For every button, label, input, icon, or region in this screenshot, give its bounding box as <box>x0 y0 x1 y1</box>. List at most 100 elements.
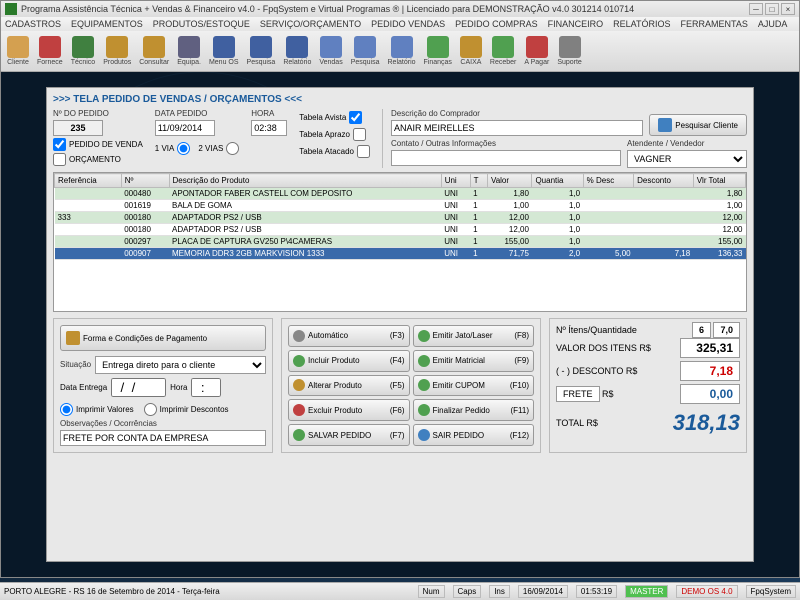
orcamento-checkbox[interactable] <box>53 153 66 166</box>
column-header[interactable]: Vlr Total <box>693 174 745 188</box>
close-button[interactable]: × <box>781 3 795 15</box>
print-discounts-radio[interactable] <box>144 403 157 416</box>
pesquisa-icon <box>250 36 272 58</box>
app-icon <box>5 3 17 15</box>
seller-select[interactable]: VAGNER <box>627 150 747 168</box>
table-row[interactable]: 000480APONTADOR FABER CASTELL COM DEPOSI… <box>55 188 746 200</box>
column-header[interactable]: Desconto <box>634 174 694 188</box>
toolbar-button[interactable]: Pesquisa <box>244 34 279 68</box>
table-row[interactable]: 333000180ADAPTADOR PS2 / USBUNI112,001,0… <box>55 212 746 224</box>
action-button[interactable]: SALVAR PEDIDO(F7) <box>288 424 410 446</box>
delivery-date-field[interactable] <box>111 378 166 397</box>
observations-field[interactable] <box>60 430 266 446</box>
hour-label: HORA <box>251 109 287 118</box>
discount-value: 7,18 <box>680 361 740 381</box>
action-button[interactable]: SAIR PEDIDO(F12) <box>413 424 535 446</box>
via1-radio[interactable] <box>177 142 190 155</box>
toolbar-button[interactable]: Fornece <box>34 34 66 68</box>
contact-field[interactable] <box>391 150 621 166</box>
menu-item[interactable]: PRODUTOS/ESTOQUE <box>153 19 250 29</box>
column-header[interactable]: Referência <box>55 174 122 188</box>
toolbar-button[interactable]: Consultar <box>136 34 172 68</box>
action-icon <box>418 355 430 367</box>
menu-item[interactable]: SERVIÇO/ORÇAMENTO <box>260 19 361 29</box>
técnico-icon <box>72 36 94 58</box>
action-button[interactable]: Automático(F3) <box>288 325 410 347</box>
via2-radio[interactable] <box>226 142 239 155</box>
statusbar: PORTO ALEGRE - RS 16 de Setembro de 2014… <box>0 582 800 600</box>
menu-item[interactable]: EQUIPAMENTOS <box>71 19 143 29</box>
toolbar-button[interactable]: CAIXA <box>457 34 485 68</box>
payment-terms-button[interactable]: Forma e Condições de Pagamento <box>60 325 266 351</box>
table-row[interactable]: 001619BALA DE GOMAUNI11,001,01,00 <box>55 200 746 212</box>
column-header[interactable]: % Desc <box>583 174 633 188</box>
toolbar-button[interactable]: Técnico <box>68 34 99 68</box>
toolbar-button[interactable]: Suporte <box>554 34 585 68</box>
column-header[interactable]: Nº <box>121 174 169 188</box>
menu-item[interactable]: CADASTROS <box>5 19 61 29</box>
window-title: Programa Assistência Técnica + Vendas & … <box>21 4 634 14</box>
titlebar: Programa Assistência Técnica + Vendas & … <box>1 1 799 17</box>
menu-item[interactable]: FERRAMENTAS <box>681 19 748 29</box>
panel-header: >>> TELA PEDIDO DE VENDAS / ORÇAMENTOS <… <box>53 94 747 105</box>
products-grid[interactable]: ReferênciaNºDescrição do ProdutoUniTValo… <box>53 172 747 312</box>
action-button[interactable]: Emitir Matricial(F9) <box>413 350 535 372</box>
receber-icon <box>492 36 514 58</box>
order-num-field[interactable] <box>53 120 103 136</box>
toolbar-button[interactable]: Pesquisa <box>348 34 383 68</box>
toolbar-button[interactable]: Finanças <box>421 34 455 68</box>
table-row[interactable]: 000907MEMORIA DDR3 2GB MARKVISION 1333UN… <box>55 248 746 260</box>
action-icon <box>293 355 305 367</box>
action-button[interactable]: Finalizar Pedido(F11) <box>413 399 535 421</box>
toolbar-button[interactable]: Receber <box>487 34 519 68</box>
table-row[interactable]: 000180ADAPTADOR PS2 / USBUNI112,001,012,… <box>55 224 746 236</box>
hour-field[interactable] <box>251 120 287 136</box>
search-client-button[interactable]: Pesquisar Cliente <box>649 114 747 136</box>
menu os-icon <box>213 36 235 58</box>
coin-icon <box>66 331 80 345</box>
action-button[interactable]: Emitir Jato/Laser(F8) <box>413 325 535 347</box>
items-value: 325,31 <box>680 338 740 358</box>
seller-label: Atendente / Vendedor <box>627 139 747 148</box>
column-header[interactable]: Quantia <box>532 174 583 188</box>
action-button[interactable]: Emitir CUPOM(F10) <box>413 375 535 397</box>
menu-item[interactable]: AJUDA <box>758 19 788 29</box>
table-row[interactable]: 000297PLACA DE CAPTURA GV250 P\4CAMERASU… <box>55 236 746 248</box>
date-field[interactable] <box>155 120 215 136</box>
toolbar-button[interactable]: Menu OS <box>206 34 242 68</box>
toolbar-button[interactable]: Cliente <box>4 34 32 68</box>
toolbar-button[interactable]: A Pagar <box>521 34 552 68</box>
action-button[interactable]: Incluir Produto(F4) <box>288 350 410 372</box>
menu-item[interactable]: PEDIDO COMPRAS <box>455 19 538 29</box>
action-button[interactable]: Alterar Produto(F5) <box>288 375 410 397</box>
action-button[interactable]: Excluir Produto(F6) <box>288 399 410 421</box>
maximize-button[interactable]: □ <box>765 3 779 15</box>
column-header[interactable]: Descrição do Produto <box>169 174 441 188</box>
minimize-button[interactable]: ─ <box>749 3 763 15</box>
tabela-atacado-checkbox[interactable] <box>357 145 370 158</box>
delivery-hour-field[interactable] <box>191 378 221 397</box>
toolbar-button[interactable]: Relatório <box>280 34 314 68</box>
menu-item[interactable]: RELATÓRIOS <box>613 19 670 29</box>
toolbar-button[interactable]: Produtos <box>100 34 134 68</box>
action-icon <box>418 379 430 391</box>
situacao-select[interactable]: Entrega direto para o cliente <box>95 356 266 374</box>
menu-item[interactable]: FINANCEIRO <box>548 19 604 29</box>
produtos-icon <box>106 36 128 58</box>
a pagar-icon <box>526 36 548 58</box>
cliente-icon <box>7 36 29 58</box>
toolbar-button[interactable]: Equipa. <box>174 34 204 68</box>
toolbar-button[interactable]: Relatório <box>385 34 419 68</box>
venda-checkbox[interactable] <box>53 138 66 151</box>
menu-item[interactable]: PEDIDO VENDAS <box>371 19 445 29</box>
tabela-avista-checkbox[interactable] <box>349 111 362 124</box>
order-num-label: Nº DO PEDIDO <box>53 109 143 118</box>
toolbar-button[interactable]: Vendas <box>316 34 345 68</box>
column-header[interactable]: T <box>470 174 487 188</box>
buyer-field[interactable] <box>391 120 643 136</box>
column-header[interactable]: Valor <box>487 174 532 188</box>
print-values-radio[interactable] <box>60 403 73 416</box>
column-header[interactable]: Uni <box>441 174 470 188</box>
toolbar: ClienteForneceTécnicoProdutosConsultarEq… <box>1 31 799 72</box>
tabela-aprazo-checkbox[interactable] <box>353 128 366 141</box>
